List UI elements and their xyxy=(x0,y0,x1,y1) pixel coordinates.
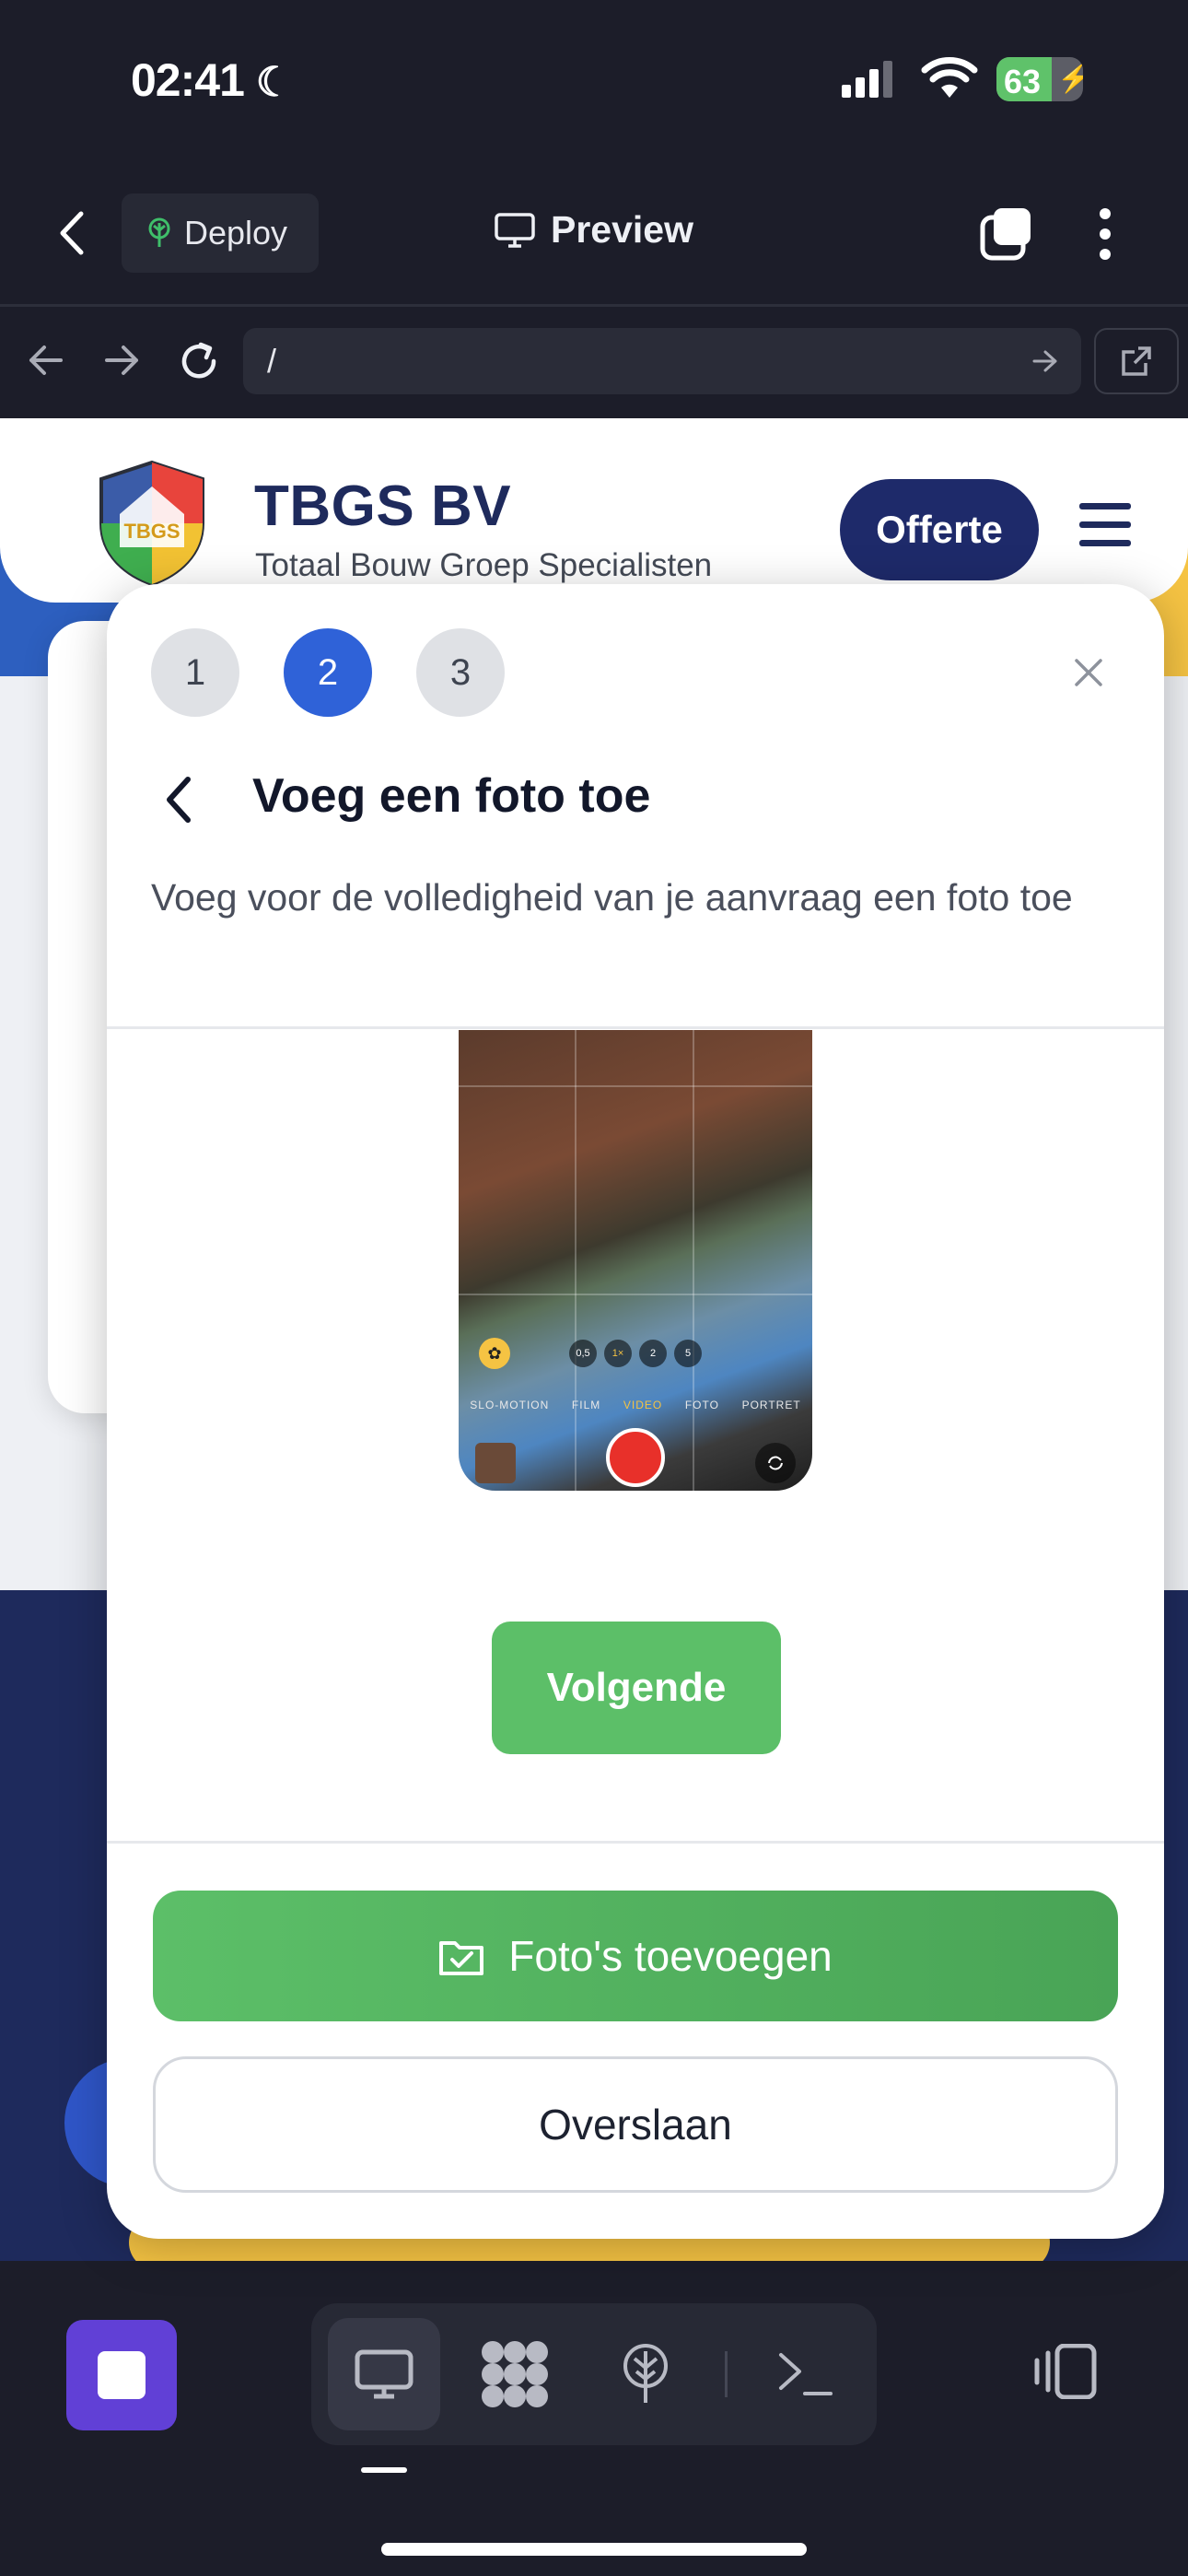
tree-icon xyxy=(146,217,173,249)
tree-icon xyxy=(618,2344,673,2405)
offerte-button[interactable]: Offerte xyxy=(840,479,1039,580)
monitor-icon xyxy=(354,2348,414,2400)
terminal-icon xyxy=(777,2351,834,2397)
skip-button[interactable]: Overslaan xyxy=(153,2056,1118,2193)
modal-description: Voeg voor de volledigheid van je aanvraa… xyxy=(151,876,1073,919)
brand-tagline: Totaal Bouw Groep Specialisten xyxy=(255,547,713,583)
flip-camera-icon xyxy=(755,1443,796,1483)
reload-icon[interactable] xyxy=(177,339,221,383)
site-header: TBGS TBGS BV Totaal Bouw Groep Specialis… xyxy=(0,418,1188,603)
moon-icon: ☾ xyxy=(255,60,292,105)
gallery-thumbnail xyxy=(475,1443,516,1483)
tbgs-logo[interactable]: TBGS xyxy=(96,459,208,588)
photo-upload-modal: 1 2 3 Voeg een foto toe Voeg voor de vol… xyxy=(107,584,1164,2239)
zoom-selector: 0,5 1× 2 5 xyxy=(569,1340,702,1367)
close-icon[interactable] xyxy=(1074,658,1103,687)
step-3[interactable]: 3 xyxy=(416,628,505,717)
divider xyxy=(107,1841,1164,1844)
stop-button[interactable] xyxy=(66,2320,177,2430)
divider xyxy=(725,2351,728,2397)
step-2[interactable]: 2 xyxy=(284,628,372,717)
status-time: 02:41 ☾ xyxy=(131,54,292,106)
terminal-tool-button[interactable] xyxy=(750,2318,862,2430)
integrations-tool-button[interactable] xyxy=(459,2318,571,2430)
more-icon[interactable] xyxy=(1096,206,1114,262)
back-chevron-icon[interactable] xyxy=(164,776,192,824)
step-1[interactable]: 1 xyxy=(151,628,239,717)
divider xyxy=(107,1026,1164,1029)
home-indicator xyxy=(381,2543,807,2556)
camera-modes: SLO-MOTION FILM VIDEO FOTO PORTRET xyxy=(470,1399,801,1411)
url-input[interactable]: / xyxy=(243,328,1081,394)
modal-title: Voeg een foto toe xyxy=(252,769,651,823)
battery-icon: 63 ⚡ xyxy=(996,57,1083,101)
record-button xyxy=(606,1428,665,1487)
deploy-tool-button[interactable] xyxy=(589,2318,702,2430)
add-photos-button[interactable]: Foto's toevoegen xyxy=(153,1891,1118,2021)
folder-check-icon xyxy=(438,1936,484,1976)
tool-switcher xyxy=(311,2303,877,2445)
grid-blob-icon xyxy=(480,2339,550,2409)
wifi-icon xyxy=(921,57,978,100)
signal-icon xyxy=(842,61,893,98)
go-arrow-icon[interactable] xyxy=(1031,348,1059,374)
deploy-button[interactable]: Deploy xyxy=(122,193,319,273)
active-tab-indicator xyxy=(361,2467,407,2473)
preview-tab[interactable]: Preview xyxy=(494,208,693,252)
stop-icon xyxy=(98,2351,146,2399)
open-external-button[interactable] xyxy=(1094,328,1179,394)
arrow-right-icon[interactable] xyxy=(103,344,140,377)
preview-tool-button[interactable] xyxy=(328,2318,440,2430)
macro-icon: ✿ xyxy=(479,1338,510,1369)
hamburger-menu-icon[interactable] xyxy=(1079,503,1131,547)
device-switcher-icon[interactable] xyxy=(1031,2344,1098,2399)
next-button[interactable]: Volgende xyxy=(492,1622,781,1754)
divider xyxy=(0,304,1188,307)
monitor-icon xyxy=(494,212,536,249)
svg-text:TBGS: TBGS xyxy=(123,520,180,543)
external-link-icon xyxy=(1120,345,1153,378)
brand-name: TBGS BV xyxy=(254,474,512,538)
back-icon[interactable] xyxy=(57,210,85,256)
arrow-left-icon[interactable] xyxy=(28,344,64,377)
tabs-icon[interactable] xyxy=(979,206,1034,262)
camera-preview-image: ✿ 0,5 1× 2 5 SLO-MOTION FILM VIDEO FOTO … xyxy=(459,1030,812,1491)
